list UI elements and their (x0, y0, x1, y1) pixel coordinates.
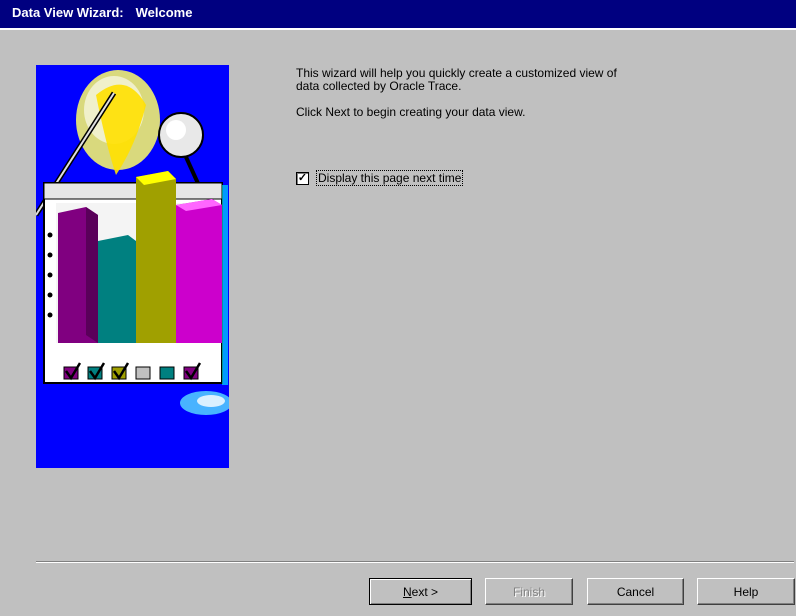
next-button-label: Next > (402, 584, 439, 599)
display-page-checkbox-label[interactable]: Display this page next time (316, 170, 464, 186)
chart-graphic-icon (36, 70, 229, 415)
display-page-checkbox[interactable]: ✓ (296, 171, 309, 185)
step-title: Welcome (135, 5, 193, 20)
help-button[interactable]: Help (697, 578, 795, 605)
intro-paragraph-1: This wizard will help you quickly create… (296, 66, 617, 93)
cancel-button[interactable]: Cancel (587, 578, 684, 605)
display-page-checkbox-row[interactable]: ✓ Display this page next time (296, 170, 464, 186)
checkmark-icon: ✓ (297, 171, 308, 184)
title-text: Data View Wizard: (12, 5, 124, 20)
help-button-label: Help (733, 584, 759, 599)
intro-paragraph-2: Click Next to begin creating your data v… (296, 105, 526, 119)
finish-button[interactable]: Finish (485, 578, 573, 605)
finish-button-label: Finish (512, 584, 545, 599)
cancel-button-label: Cancel (616, 584, 655, 599)
next-button[interactable]: Next > (369, 578, 472, 605)
title-bar[interactable]: Data View Wizard: Welcome (0, 0, 796, 28)
wizard-window: Data View Wizard: Welcome This wizard wi… (0, 0, 796, 616)
button-separator (36, 561, 794, 563)
intro-text: This wizard will help you quickly create… (296, 67, 696, 132)
window-title: Data View Wizard: Welcome (12, 5, 192, 20)
wizard-illustration (36, 65, 229, 468)
frame-highlight (0, 28, 796, 30)
